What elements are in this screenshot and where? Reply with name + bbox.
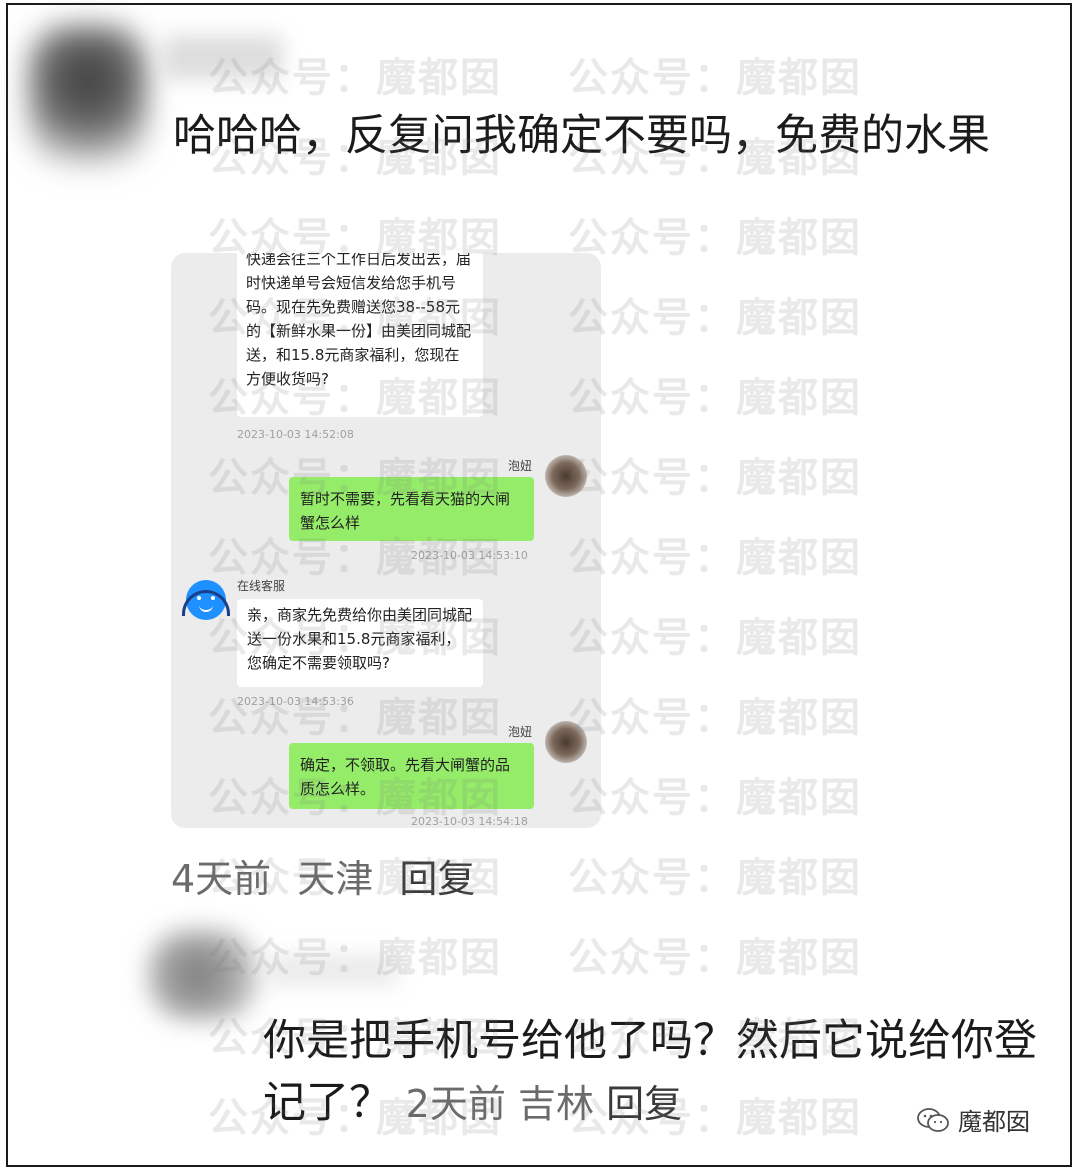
comment-meta: 2天前 吉林 回复 <box>406 1082 682 1126</box>
brand-name: 魔都囡 <box>958 1108 1030 1136</box>
watermark: 公众号：魔都囡 <box>568 695 862 741</box>
brand-mark: 魔都囡 <box>916 1102 1030 1137</box>
comment-location: 吉林 <box>517 1082 594 1126</box>
chat-message-service-1: 快递会往三个工作日后发出去，届时快递单号会短信发给您手机号码。现在先免费赠送您3… <box>237 253 483 417</box>
reply-button[interactable]: 回复 <box>399 857 475 901</box>
watermark: 公众号：魔都囡 <box>568 55 862 101</box>
user-avatar-fist <box>545 721 587 763</box>
watermark: 公众号：魔都囡 <box>568 535 862 581</box>
chat-timestamp: 2023-10-03 14:53:36 <box>237 695 354 708</box>
chat-user-name: 泡妞 <box>508 725 533 739</box>
watermark: 公众号：魔都囡 <box>568 455 862 501</box>
chat-user-name: 泡妞 <box>508 459 533 473</box>
watermark: 公众号：魔都囡 <box>568 935 862 981</box>
commenter-name-blurred <box>268 955 398 985</box>
chat-timestamp: 2023-10-03 14:54:18 <box>411 815 528 828</box>
watermark: 公众号：魔都囡 <box>568 215 862 261</box>
chat-cs-name: 在线客服 <box>237 579 286 593</box>
customer-service-avatar <box>182 580 230 620</box>
chat-message-user-1: 暂时不需要，先看看天猫的大闸蟹怎么样 <box>289 477 534 541</box>
comment-time: 2天前 <box>405 1082 506 1126</box>
chat-message-service-2: 亲，商家先免费给你由美团同城配送一份水果和15.8元商家福利，您确定不需要领取吗… <box>237 599 483 687</box>
watermark: 公众号：魔都囡 <box>568 295 862 341</box>
headset-icon <box>182 590 230 616</box>
watermark: 公众号：魔都囡 <box>568 375 862 421</box>
chat-timestamp: 2023-10-03 14:52:08 <box>237 428 354 441</box>
comment-meta: 4天前 天津 回复 <box>171 848 489 903</box>
watermark: 公众号：魔都囡 <box>568 615 862 661</box>
watermark: 公众号：魔都囡 <box>568 775 862 821</box>
comment-text: 哈哈哈，反复问我确定不要吗，免费的水果 <box>173 111 990 161</box>
commenter-avatar-blurred[interactable] <box>148 930 258 1020</box>
commenter-name-blurred <box>163 35 283 80</box>
comment-time: 4天前 <box>171 857 272 901</box>
reply-button[interactable]: 回复 <box>606 1082 682 1126</box>
chat-message-user-2: 确定，不领取。先看大闸蟹的品质怎么样。 <box>289 743 534 809</box>
chat-timestamp: 2023-10-03 14:53:10 <box>411 549 528 562</box>
chat-screenshot-image[interactable]: 快递会往三个工作日后发出去，届时快递单号会短信发给您手机号码。现在先免费赠送您3… <box>171 253 601 828</box>
commenter-avatar-blurred[interactable] <box>28 25 148 165</box>
comment-location: 天津 <box>297 857 374 901</box>
user-avatar-fist <box>545 455 587 497</box>
screenshot-frame: 哈哈哈，反复问我确定不要吗，免费的水果 快递会往三个工作日后发出去，届时快递单号… <box>6 3 1072 1167</box>
wechat-icon <box>917 1107 949 1132</box>
watermark: 公众号：魔都囡 <box>568 855 862 901</box>
